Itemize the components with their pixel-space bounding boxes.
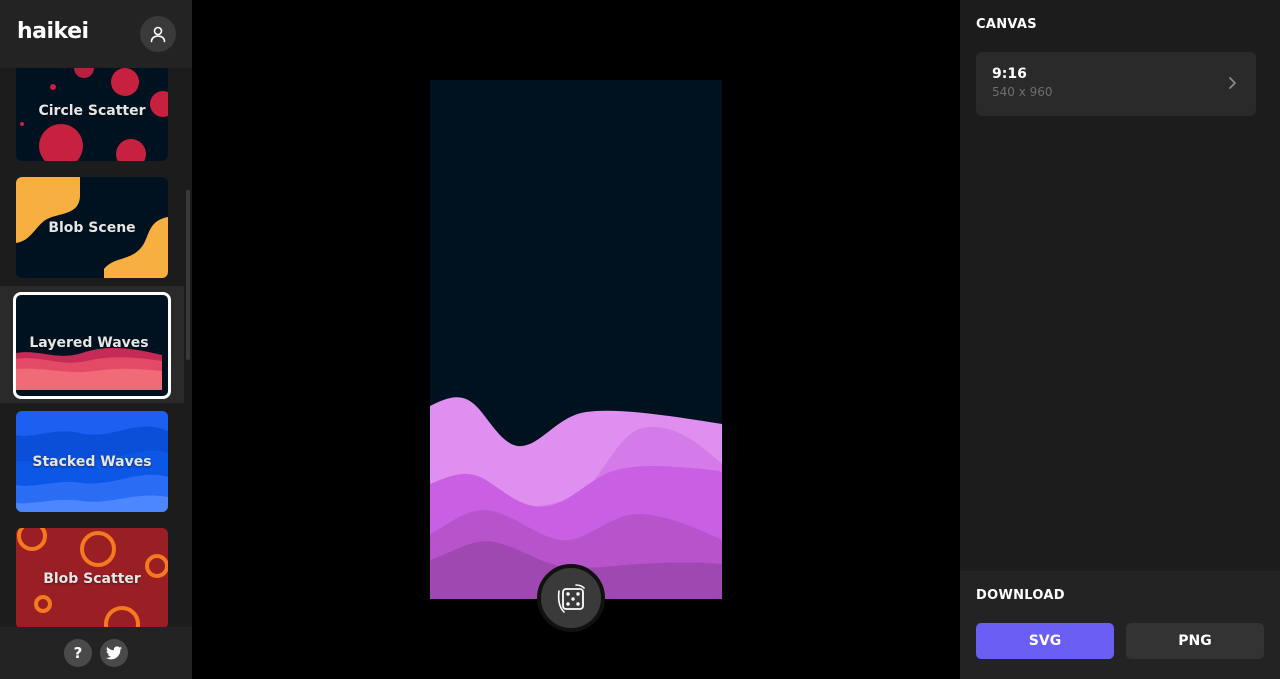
- haikei-logo[interactable]: haikei: [17, 19, 89, 44]
- canvas-section-title: CANVAS: [976, 17, 1037, 32]
- account-button[interactable]: [140, 16, 176, 52]
- sidebar-header: haikei: [0, 0, 192, 68]
- dice-icon: [557, 584, 585, 613]
- download-png-button[interactable]: PNG: [1126, 623, 1264, 659]
- sidebar-scrollbar[interactable]: [186, 190, 190, 360]
- canvas-ratio: 9:16: [992, 66, 1027, 82]
- thumbnail: Blob Scene: [16, 177, 168, 278]
- thumbnail: Blob Scatter: [16, 528, 168, 627]
- generator-label: Blob Scene: [48, 219, 136, 236]
- generator-blob-scatter[interactable]: Blob Scatter: [0, 520, 184, 627]
- randomize-button[interactable]: [537, 564, 605, 632]
- settings-panel: CANVAS 9:16 540 x 960 DOWNLOAD SVG PNG: [960, 0, 1280, 679]
- generator-circle-scatter[interactable]: Circle Scatter: [0, 68, 184, 169]
- thumbnail: Layered Waves: [13, 292, 171, 399]
- canvas-dimensions: 540 x 960: [992, 85, 1053, 99]
- download-svg-button[interactable]: SVG: [976, 623, 1114, 659]
- twitter-button[interactable]: [100, 639, 128, 667]
- generator-layered-waves[interactable]: Layered Waves: [0, 286, 184, 403]
- generator-label: Stacked Waves: [32, 453, 152, 470]
- canvas-size-selector[interactable]: 9:16 540 x 960: [976, 52, 1256, 116]
- generator-sidebar: haikei Circle Scatter Blob Scene Layered…: [0, 0, 192, 679]
- generator-label: Circle Scatter: [38, 102, 146, 119]
- twitter-icon: [106, 646, 122, 660]
- user-icon: [150, 26, 166, 43]
- chevron-right-icon: [1229, 77, 1236, 89]
- generator-blob-scene[interactable]: Blob Scene: [0, 169, 184, 286]
- generator-stacked-waves[interactable]: Stacked Waves: [0, 403, 184, 520]
- generator-label: Layered Waves: [29, 334, 149, 351]
- sidebar-footer: ?: [0, 627, 192, 679]
- thumbnail: Stacked Waves: [16, 411, 168, 512]
- wave-canvas-preview[interactable]: [430, 80, 722, 599]
- thumbnail: Circle Scatter: [16, 68, 168, 161]
- help-button[interactable]: ?: [64, 639, 92, 667]
- download-section-title: DOWNLOAD: [976, 588, 1065, 603]
- help-icon: ?: [73, 644, 83, 662]
- download-section: DOWNLOAD SVG PNG: [960, 571, 1280, 679]
- canvas-stage: [192, 0, 960, 679]
- generator-list[interactable]: Circle Scatter Blob Scene Layered Waves …: [0, 68, 192, 627]
- generator-label: Blob Scatter: [43, 570, 141, 587]
